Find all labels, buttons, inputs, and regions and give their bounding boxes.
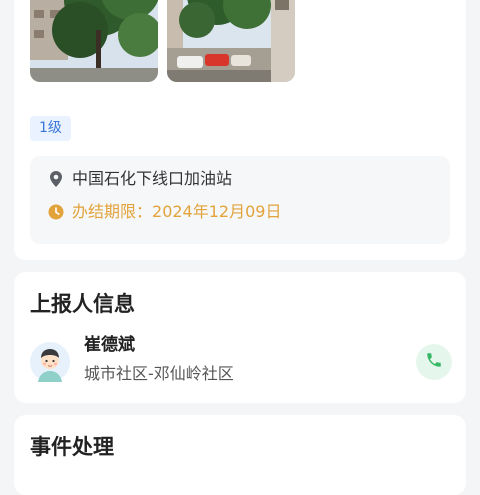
- reporter-card: 上报人信息 崔德斌 城市社区-邓仙岭社区: [14, 272, 466, 403]
- call-button[interactable]: [416, 344, 452, 380]
- location-text: 中国石化下线口加油站: [72, 169, 233, 188]
- reporter-org: 城市社区-邓仙岭社区: [84, 364, 234, 383]
- location-row[interactable]: 中国石化下线口加油站: [48, 168, 232, 190]
- reporter-name: 崔德斌: [84, 335, 135, 355]
- event-photo-1[interactable]: [30, 0, 158, 82]
- event-card: 1级 中国石化下线口加油站 办结期限： 2024年12月09日: [14, 0, 466, 260]
- reporter-section-title: 上报人信息: [30, 292, 135, 316]
- deadline-row: 办结期限： 2024年12月09日: [48, 201, 281, 223]
- level-badge: 1级: [30, 116, 71, 141]
- photo-image-2: [167, 0, 295, 82]
- event-info-box: 中国石化下线口加油站 办结期限： 2024年12月09日: [30, 156, 450, 244]
- deadline-label: 办结期限：: [72, 202, 153, 221]
- deadline-value: 2024年12月09日: [152, 202, 282, 221]
- process-section-title: 事件处理: [30, 435, 114, 459]
- event-photo-2[interactable]: [167, 0, 295, 82]
- avatar: [30, 342, 70, 382]
- process-card: 事件处理: [14, 415, 466, 495]
- location-pin-icon: [48, 171, 64, 187]
- phone-icon: [425, 351, 443, 373]
- clock-icon: [48, 204, 64, 220]
- photo-image-1: [30, 0, 158, 82]
